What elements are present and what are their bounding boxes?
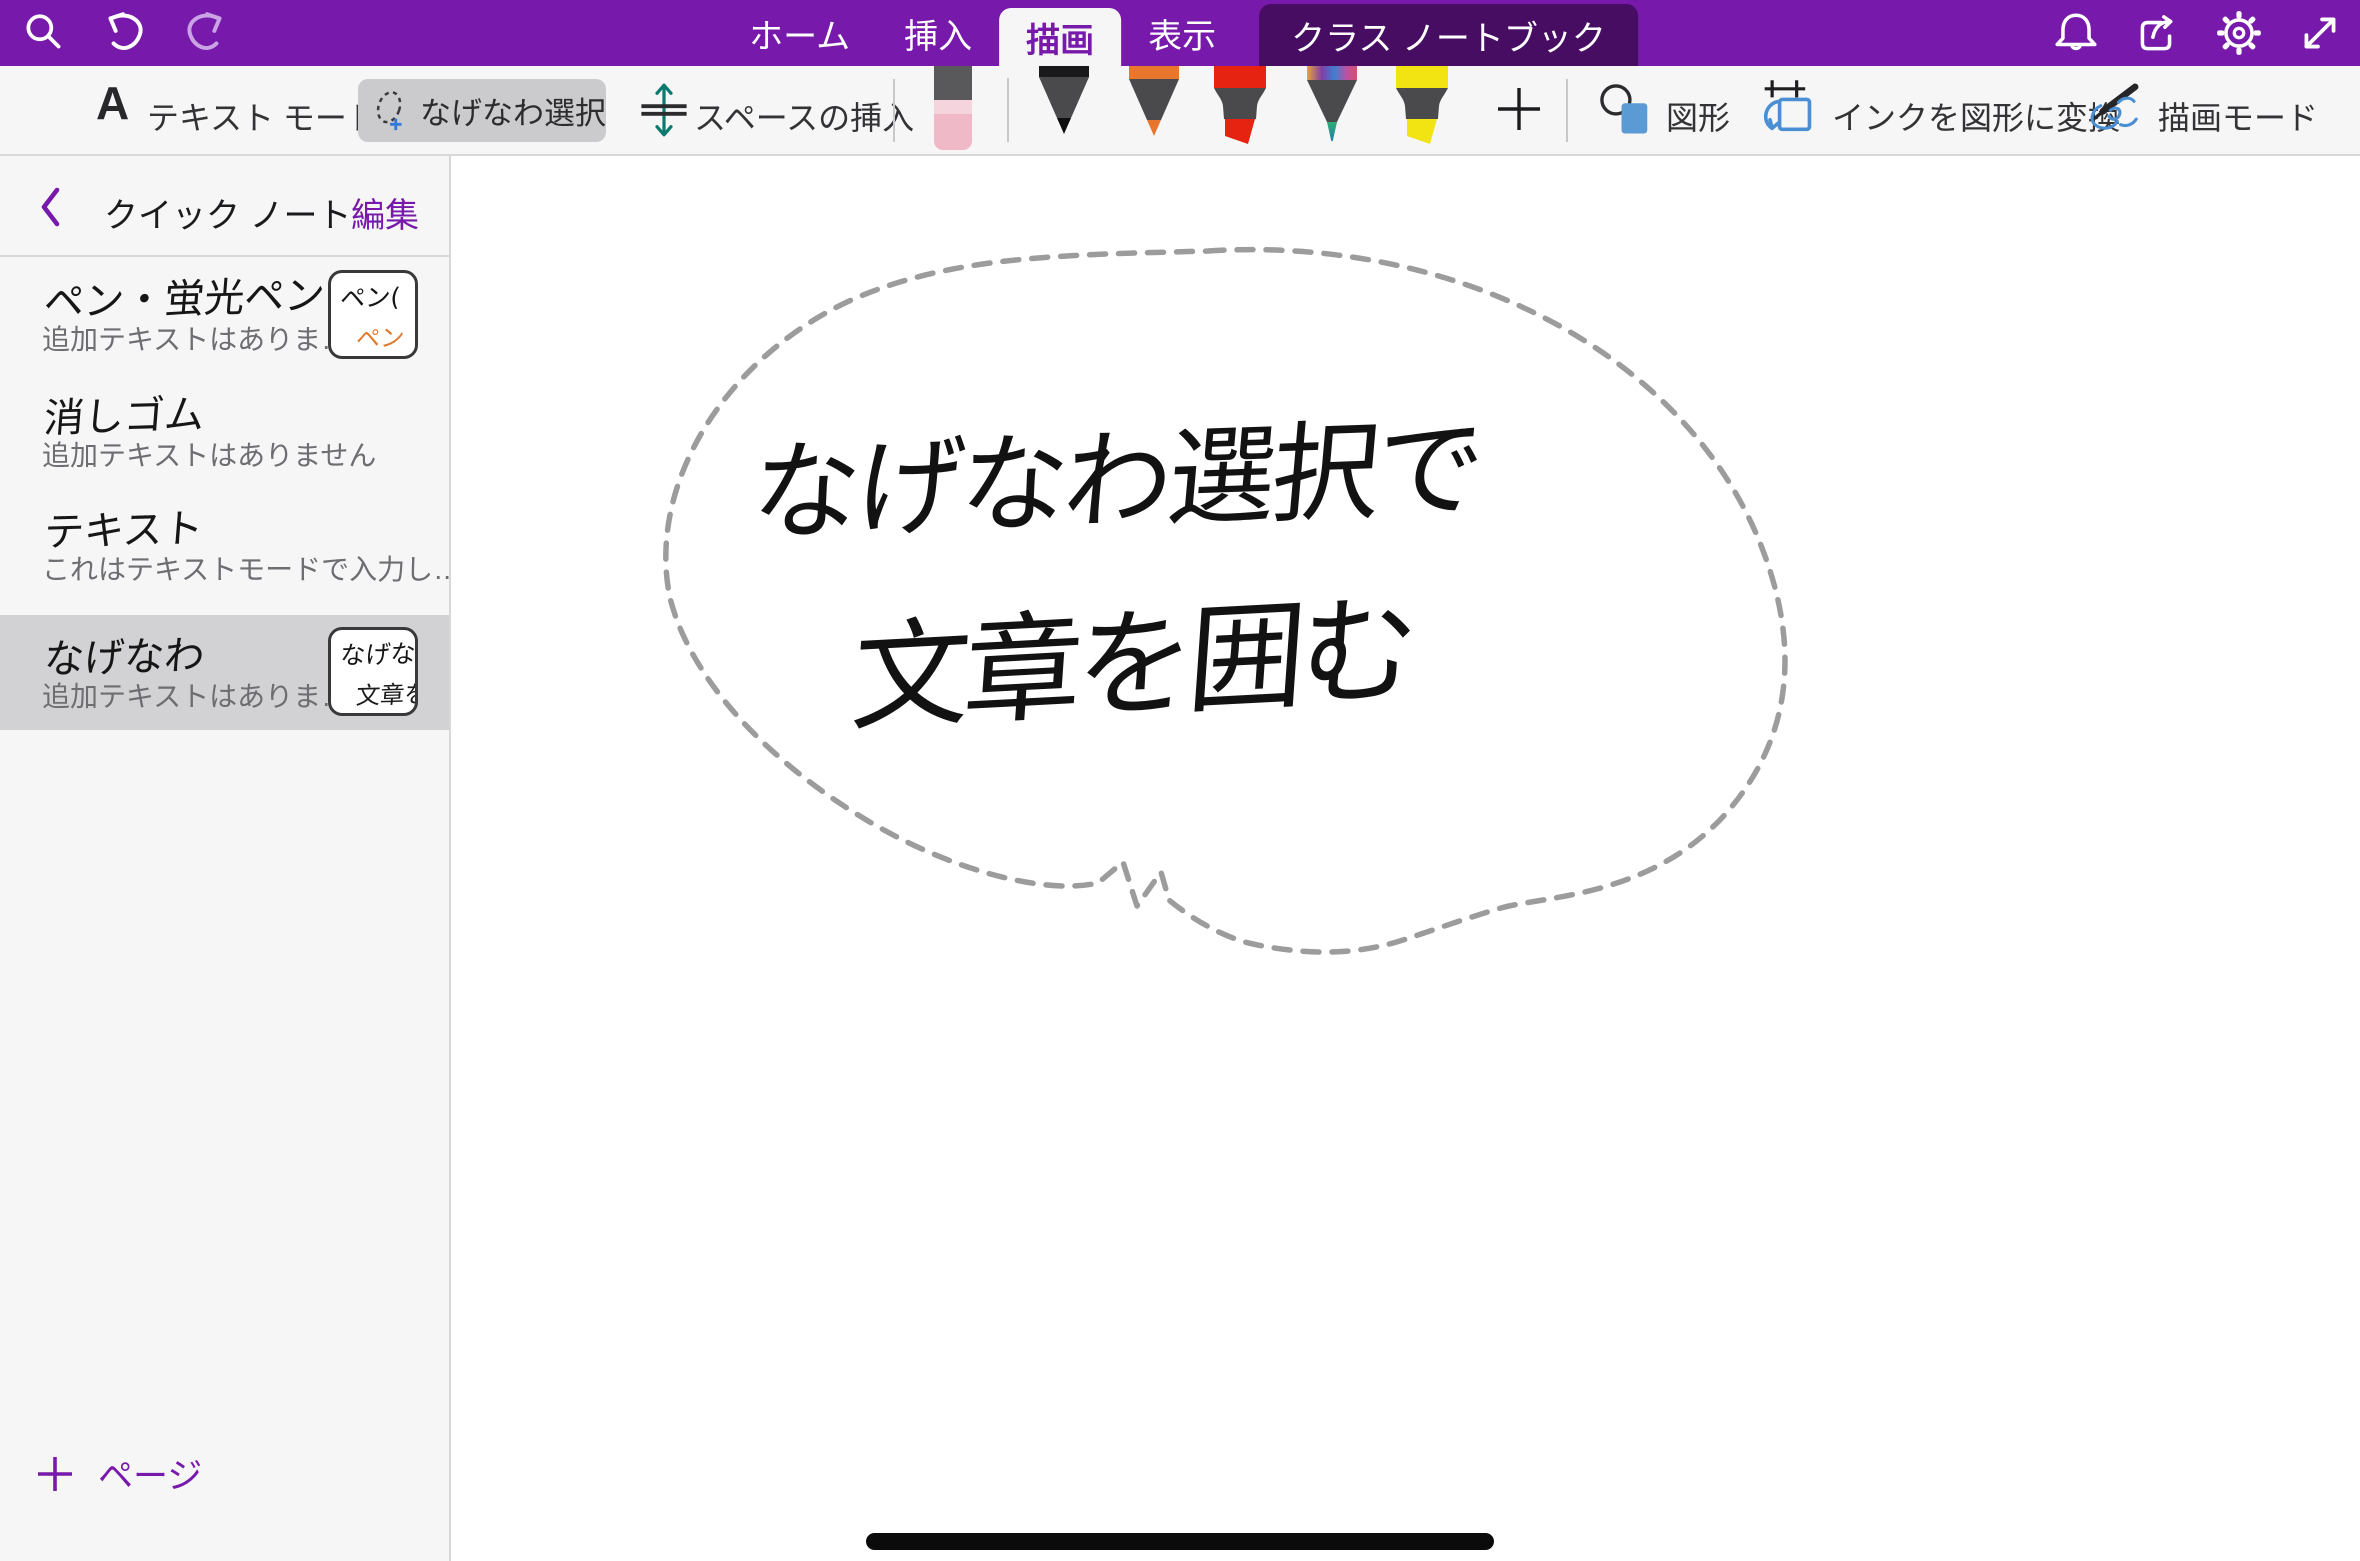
ink-to-shape-icon[interactable] — [1756, 76, 1816, 140]
page-list-sidebar: クイック ノート 編集 ペン・蛍光ペン 追加テキストはありま… ペン( ペン 消… — [0, 156, 451, 1561]
insert-space-icon[interactable] — [638, 82, 690, 138]
search-icon[interactable] — [20, 9, 68, 57]
yellow-highlighter-tool[interactable] — [1392, 66, 1452, 146]
fullscreen-expand-icon[interactable] — [2296, 9, 2344, 57]
page-thumbnail: なげな 文章を — [328, 627, 418, 716]
undo-icon[interactable] — [100, 9, 148, 57]
page-list-item[interactable]: ペン・蛍光ペン 追加テキストはありま… ペン( ペン — [0, 262, 449, 375]
page-subtitle: 追加テキストはありま… — [42, 675, 349, 715]
galaxy-pen-tool[interactable] — [1304, 66, 1360, 144]
page-subtitle: 追加テキストはありま… — [42, 318, 349, 358]
lasso-select-label: なげなわ選択 — [420, 88, 606, 133]
text-mode-button[interactable]: テキスト モード — [147, 93, 379, 139]
thumbnail-ink-line: 文章を — [355, 674, 418, 711]
thumbnail-ink-line: ペン( — [339, 277, 402, 315]
handwritten-ink-line-2: 文章を囲む — [847, 553, 1418, 754]
redo-icon[interactable] — [182, 9, 230, 57]
insert-space-button[interactable]: スペースの挿入 — [694, 93, 914, 139]
ribbon-tabs: ホーム 挿入 描画 表示 クラス ノートブック — [722, 0, 1638, 66]
notebook-section-title: クイック ノート — [104, 188, 351, 237]
draw-mode-button[interactable]: 描画モード — [2158, 93, 2318, 139]
tab-home[interactable]: ホーム — [722, 0, 877, 66]
draw-toolbar: A テキスト モード なげなわ選択 スペースの挿入 — [0, 66, 2360, 156]
page-list-item-selected[interactable]: なげなわ 追加テキストはありま… なげな 文章を — [0, 615, 449, 730]
tab-class-notebook[interactable]: クラス ノートブック — [1259, 4, 1638, 66]
page-list-item[interactable]: テキスト これはテキストモードで入力し… — [0, 492, 449, 605]
page-subtitle: 追加テキストはありません — [42, 434, 376, 474]
page-thumbnail: ペン( ペン — [328, 270, 418, 359]
lasso-icon — [370, 87, 412, 135]
plus-icon — [34, 1453, 76, 1495]
draw-mode-hand-icon[interactable] — [2084, 78, 2144, 138]
shapes-icon[interactable] — [1598, 82, 1654, 138]
handwritten-ink-line-1: なげなわ選択で — [746, 381, 1487, 563]
lasso-select-button[interactable]: なげなわ選択 — [358, 79, 606, 142]
black-pen-tool[interactable] — [1036, 66, 1092, 136]
notifications-bell-icon[interactable] — [2052, 9, 2100, 57]
thumbnail-ink-line: なげな — [339, 634, 417, 672]
tab-insert[interactable]: 挿入 — [877, 0, 999, 66]
edit-button[interactable]: 編集 — [351, 188, 419, 237]
home-indicator-bar[interactable] — [866, 1533, 1494, 1550]
lasso-selection-outline — [453, 156, 2360, 1561]
red-marker-tool[interactable] — [1210, 66, 1270, 146]
orange-pen-tool[interactable] — [1126, 66, 1182, 138]
add-pen-button[interactable] — [1494, 84, 1544, 134]
add-page-label: ページ — [98, 1448, 202, 1499]
drawing-canvas[interactable]: なげなわ選択で 文章を囲む — [453, 156, 2360, 1561]
settings-gear-icon[interactable] — [2215, 9, 2263, 57]
toolbar-divider — [893, 79, 895, 142]
eraser-tool[interactable] — [931, 66, 975, 152]
pen-divider — [1007, 78, 1009, 142]
page-list-item[interactable]: 消しゴム 追加テキストはありません — [0, 378, 449, 491]
page-subtitle: これはテキストモードで入力し… — [42, 548, 461, 588]
text-mode-icon: A — [96, 76, 129, 130]
ink-to-shape-button[interactable]: インクを図形に変換 — [1832, 93, 2120, 139]
toolbar-divider-2 — [1566, 79, 1568, 142]
share-icon[interactable] — [2132, 9, 2180, 57]
shapes-button[interactable]: 図形 — [1666, 93, 1730, 139]
back-chevron-icon[interactable] — [36, 184, 64, 230]
tab-view[interactable]: 表示 — [1121, 0, 1243, 66]
thumbnail-ink-line: ペン — [355, 318, 406, 354]
top-app-bar: ホーム 挿入 描画 表示 クラス ノートブック — [0, 0, 2360, 66]
sidebar-header: クイック ノート 編集 — [0, 156, 449, 257]
tab-draw[interactable]: 描画 — [999, 8, 1121, 66]
add-page-button[interactable]: ページ — [34, 1448, 202, 1499]
